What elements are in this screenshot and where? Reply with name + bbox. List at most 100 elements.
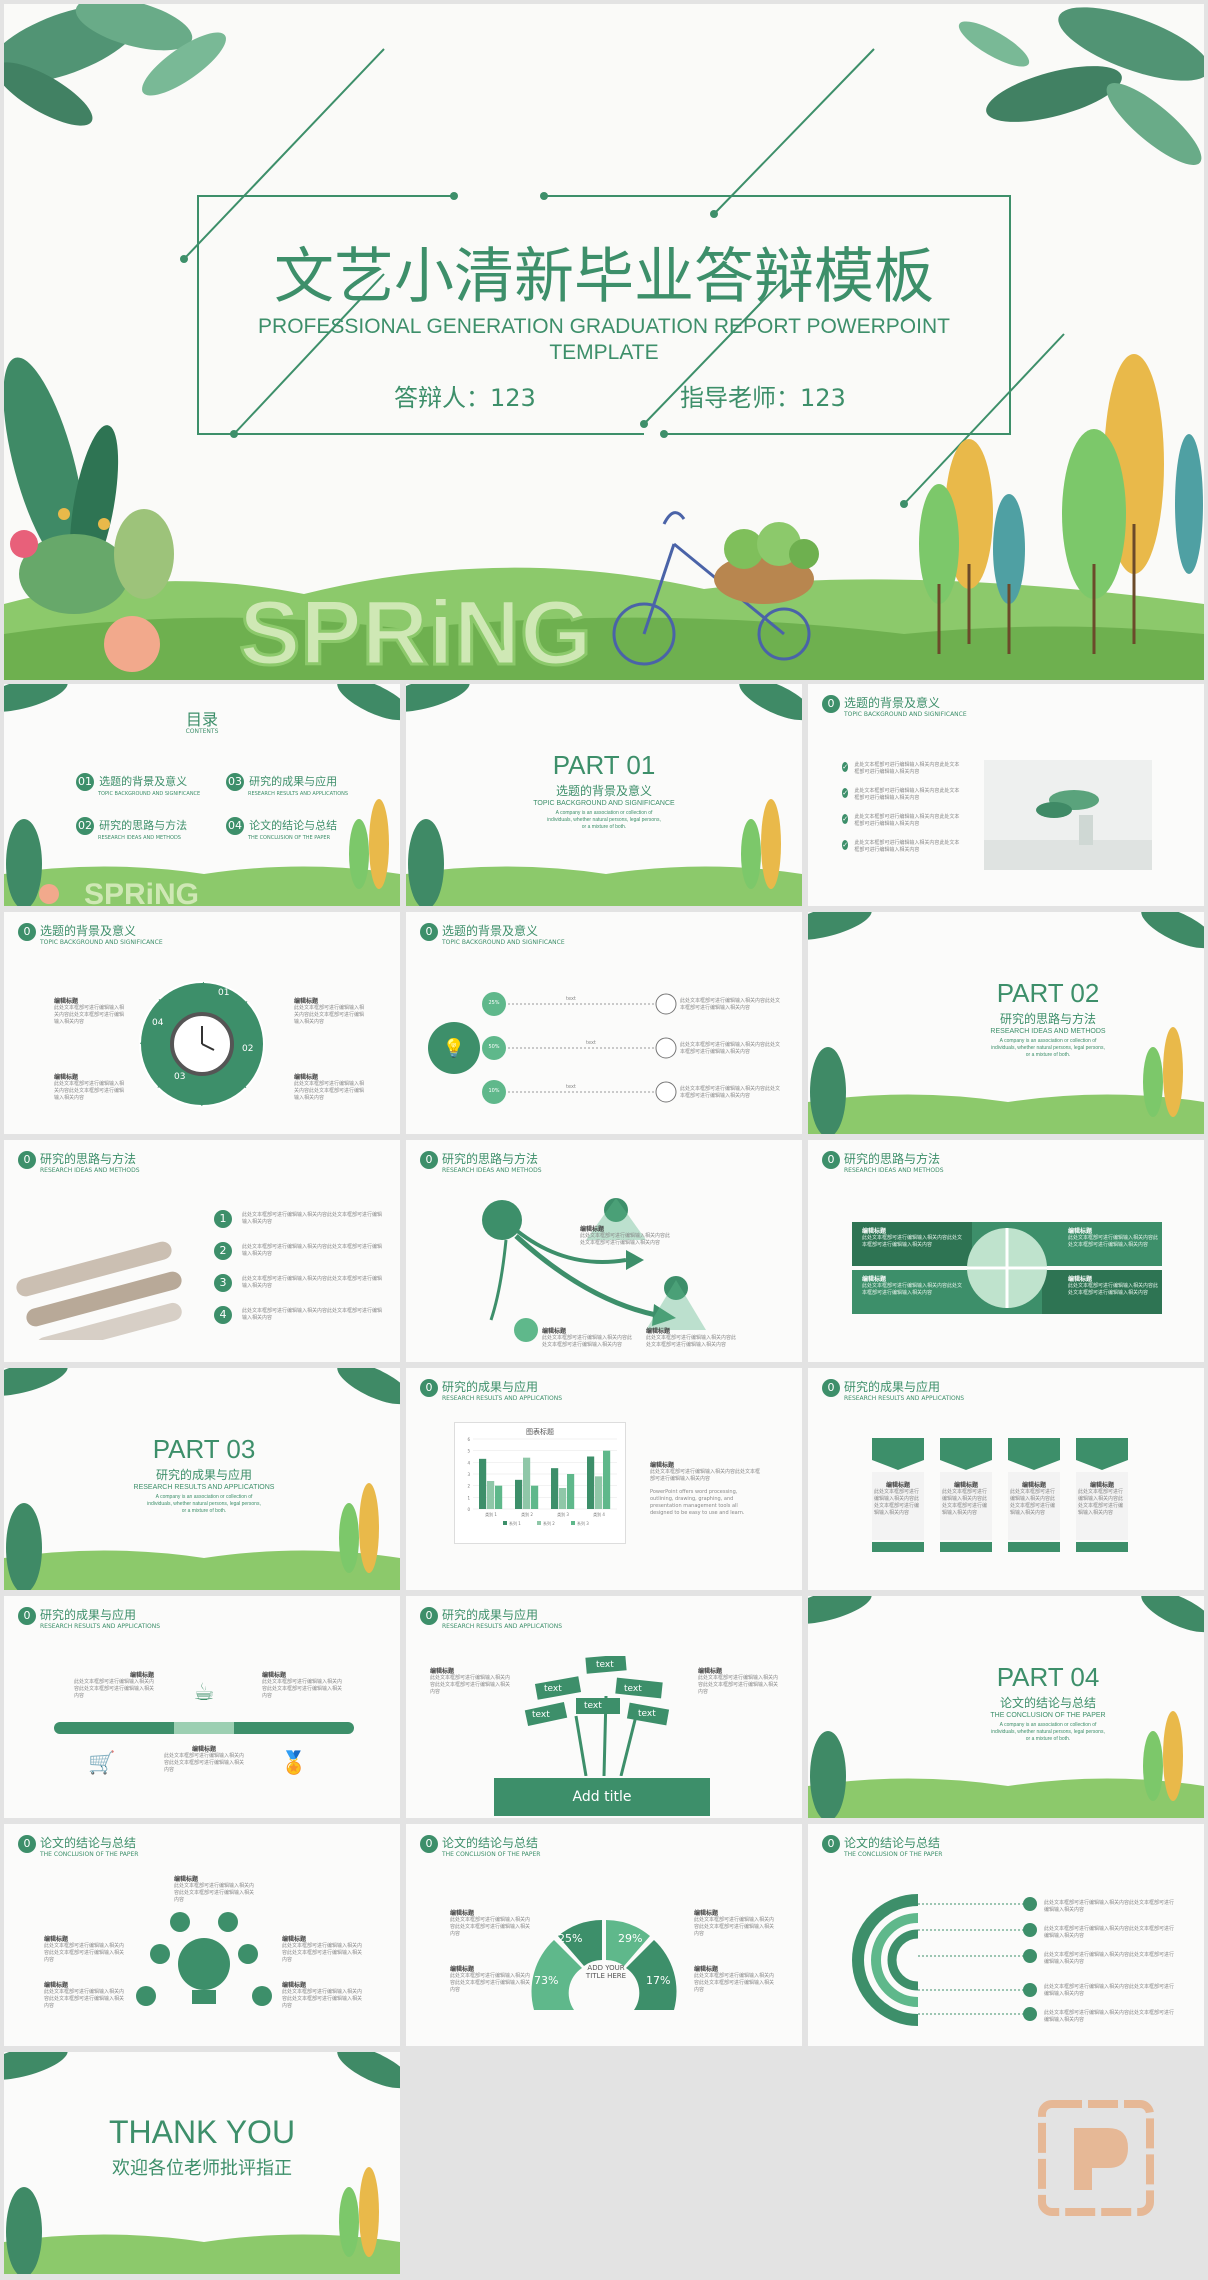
hero-subtitle: PROFESSIONAL GENERATION GRADUATION REPOR… xyxy=(258,315,950,364)
flower-basket xyxy=(714,522,819,604)
x-tick-label: 类别 3 xyxy=(557,1511,569,1517)
wheel-label: 01 xyxy=(218,988,230,998)
circle-label: 50% xyxy=(488,1044,500,1050)
sign-label: text xyxy=(532,1710,550,1720)
gauge-label: 25% xyxy=(558,1932,583,1945)
slide-background-checklist[interactable]: 0 选题的背景及意义 TOPIC BACKGROUND AND SIGNIFICA… xyxy=(808,684,1204,906)
thank-you-subtitle: 欢迎各位老师批评指正 xyxy=(112,2158,292,2178)
part-desc: A company is an association or collectio… xyxy=(991,1722,1105,1742)
section-header: 0 选题的背景及意义 TOPIC BACKGROUND AND SIGNIFICA… xyxy=(420,922,565,946)
x-tick-label: 类别 2 xyxy=(521,1511,533,1517)
defender-label: 答辩人：123 xyxy=(394,384,536,412)
part-en: RESEARCH IDEAS AND METHODS xyxy=(990,1028,1106,1035)
section-header: 0 研究的成果与应用 RESEARCH RESULTS AND APPLICATI… xyxy=(420,1606,562,1630)
part-title: PART 02 xyxy=(996,978,1100,1008)
chart-frame: 图表标题 0 1 2 3 4 5 6 类别 1 类别 2 类别 3 类别 4 系列 1 系列 2 系列 3 xyxy=(454,1422,626,1544)
slide-thank-you[interactable]: THANK YOU 欢迎各位老师批评指正 xyxy=(4,2052,400,2274)
add-title-banner[interactable]: Add title xyxy=(494,1778,710,1816)
part-desc: A company is an association or collectio… xyxy=(147,1494,261,1514)
part-en: RESEARCH RESULTS AND APPLICATIONS xyxy=(133,1484,275,1491)
part-cn: 研究的思路与方法 xyxy=(999,1012,1096,1026)
svg-text:💡: 💡 xyxy=(443,1037,465,1059)
sign-label: text xyxy=(584,1701,602,1711)
sign-label: text xyxy=(544,1684,562,1694)
toc-title: 目录 xyxy=(185,710,218,729)
legend-label: 系列 1 xyxy=(509,1520,521,1526)
slide-background-wheel[interactable]: 0 选题的背景及意义 TOPIC BACKGROUND AND SIGNIFICA… xyxy=(4,912,400,1134)
slide-results-timeline[interactable]: 0 研究的成果与应用 RESEARCH RESULTS AND APPLICATI… xyxy=(4,1596,400,1818)
slide-part-02[interactable]: PART 02 研究的思路与方法 RESEARCH IDEAS AND METH… xyxy=(808,912,1204,1134)
thank-you-title: THANK YOU xyxy=(108,2114,296,2150)
bar xyxy=(551,1468,559,1509)
spring-flower-letters: SPRiNG xyxy=(238,581,594,681)
slide-background-bulb[interactable]: 0 选题的背景及意义 TOPIC BACKGROUND AND SIGNIFICA… xyxy=(406,912,802,1134)
slide-part-04[interactable]: PART 04 论文的结论与总结 THE CONCLUSION OF THE P… xyxy=(808,1596,1204,1818)
slide-results-signs[interactable]: 0 研究的成果与应用 RESEARCH RESULTS AND APPLICATI… xyxy=(406,1596,802,1818)
bulb-icon xyxy=(136,1912,272,2006)
gauge-label: 17% xyxy=(646,1974,671,1987)
part-en: TOPIC BACKGROUND AND SIGNIFICANCE xyxy=(533,800,675,807)
section-header: 0 研究的思路与方法 RESEARCH IDEAS AND METHODS xyxy=(420,1150,542,1174)
slide-results-chart[interactable]: 0 研究的成果与应用 RESEARCH RESULTS AND APPLICATI… xyxy=(406,1368,802,1590)
gauge-label: 73% xyxy=(534,1974,559,1987)
bar xyxy=(523,1457,531,1509)
sign-label: text xyxy=(624,1684,642,1694)
toc-item-3[interactable]: 03 研究的成果与应用 RESEARCH RESULTS AND APPLICA… xyxy=(226,770,348,797)
part-cn: 论文的结论与总结 xyxy=(999,1696,1096,1710)
part-en: THE CONCLUSION OF THE PAPER xyxy=(990,1712,1106,1719)
legend-swatch xyxy=(537,1521,541,1525)
section-header: 0 研究的成果与应用 RESEARCH RESULTS AND APPLICATI… xyxy=(822,1378,964,1402)
legend-label: 系列 3 xyxy=(577,1520,589,1526)
part-title: PART 01 xyxy=(552,750,656,780)
bar xyxy=(515,1479,523,1509)
y-tick-label: 3 xyxy=(467,1472,470,1477)
legend-swatch xyxy=(503,1521,507,1525)
svg-text:SPRiNG: SPRiNG xyxy=(239,582,592,680)
y-tick-label: 0 xyxy=(467,1507,470,1512)
section-header: 0 论文的结论与总结 THE CONCLUSION OF THE PAPER xyxy=(420,1834,540,1858)
check-icon: ✓ xyxy=(842,814,849,824)
slide-results-cards[interactable]: 0 研究的成果与应用 RESEARCH RESULTS AND APPLICATI… xyxy=(808,1368,1204,1590)
slide-contents[interactable]: SPRiNG 目录 CONTENTS 01 选题的背景及意义 TOPIC BAC… xyxy=(4,684,400,906)
section-header: 0 研究的思路与方法 RESEARCH IDEAS AND METHODS xyxy=(822,1150,944,1174)
wheel-label: 04 xyxy=(152,1018,164,1028)
toc-item-2[interactable]: 02 研究的思路与方法 RESEARCH IDEAS AND METHODS xyxy=(76,814,187,841)
bar xyxy=(531,1485,539,1509)
advisor-label: 指导老师：123 xyxy=(680,384,846,412)
ring-diagram xyxy=(852,1894,1037,2026)
slide-methods-arrows[interactable]: 0 研究的思路与方法 RESEARCH IDEAS AND METHODS 编辑标… xyxy=(406,1140,802,1362)
part-desc: A company is an association or collectio… xyxy=(547,810,661,830)
section-header: 0 研究的思路与方法 RESEARCH IDEAS AND METHODS xyxy=(18,1150,140,1174)
toc-item-4[interactable]: 04 论文的结论与总结 THE CONCLUSION OF THE PAPER xyxy=(226,814,337,841)
slide-part-01[interactable]: PART 01 选题的背景及意义 TOPIC BACKGROUND AND SI… xyxy=(406,684,802,906)
circle-label: 10% xyxy=(488,1088,500,1094)
wheel-label: 02 xyxy=(242,1044,254,1054)
slide-methods-list[interactable]: 0 研究的思路与方法 RESEARCH IDEAS AND METHODS 1 此处… xyxy=(4,1140,400,1362)
part-desc: A company is an association or collectio… xyxy=(991,1038,1105,1058)
y-tick-label: 1 xyxy=(467,1495,470,1500)
legend-label: 系列 2 xyxy=(543,1520,555,1526)
check-icon: ✓ xyxy=(842,840,849,850)
bar xyxy=(595,1476,603,1509)
bar xyxy=(603,1450,611,1509)
x-tick-label: 类别 1 xyxy=(485,1511,497,1517)
part-title: PART 04 xyxy=(996,1662,1100,1692)
y-tick-label: 4 xyxy=(467,1460,470,1465)
slide-conclusion-rings[interactable]: 0 论文的结论与总结 THE CONCLUSION OF THE PAPER 此处… xyxy=(808,1824,1204,2046)
toc-item-1[interactable]: 01 选题的背景及意义 TOPIC BACKGROUND AND SIGNIFI… xyxy=(76,770,200,797)
slide-conclusion-bulb[interactable]: 0 论文的结论与总结 THE CONCLUSION OF THE PAPER 编辑… xyxy=(4,1824,400,2046)
part-title: PART 03 xyxy=(152,1434,256,1464)
check-icon: ✓ xyxy=(842,762,849,772)
y-tick-label: 6 xyxy=(467,1437,470,1442)
slide-part-03[interactable]: PART 03 研究的成果与应用 RESEARCH RESULTS AND AP… xyxy=(4,1368,400,1590)
slide-methods-quadrant[interactable]: 0 研究的思路与方法 RESEARCH IDEAS AND METHODS 编辑标… xyxy=(808,1140,1204,1362)
bar xyxy=(567,1474,575,1509)
y-tick-label: 5 xyxy=(467,1449,470,1454)
wheel-label: 03 xyxy=(174,1072,186,1082)
slide-conclusion-gauge[interactable]: 0 论文的结论与总结 THE CONCLUSION OF THE PAPER 25… xyxy=(406,1824,802,2046)
part-cn: 选题的背景及意义 xyxy=(555,784,652,798)
title-slide[interactable]: SPRiNG 文艺小清新毕业答辩模板 PROFESSIONAL GENERATI… xyxy=(4,4,1204,680)
gauge-center-title: ADD YOUR TITLE HERE xyxy=(585,1964,627,1980)
bar xyxy=(587,1456,595,1509)
bar xyxy=(559,1488,567,1509)
